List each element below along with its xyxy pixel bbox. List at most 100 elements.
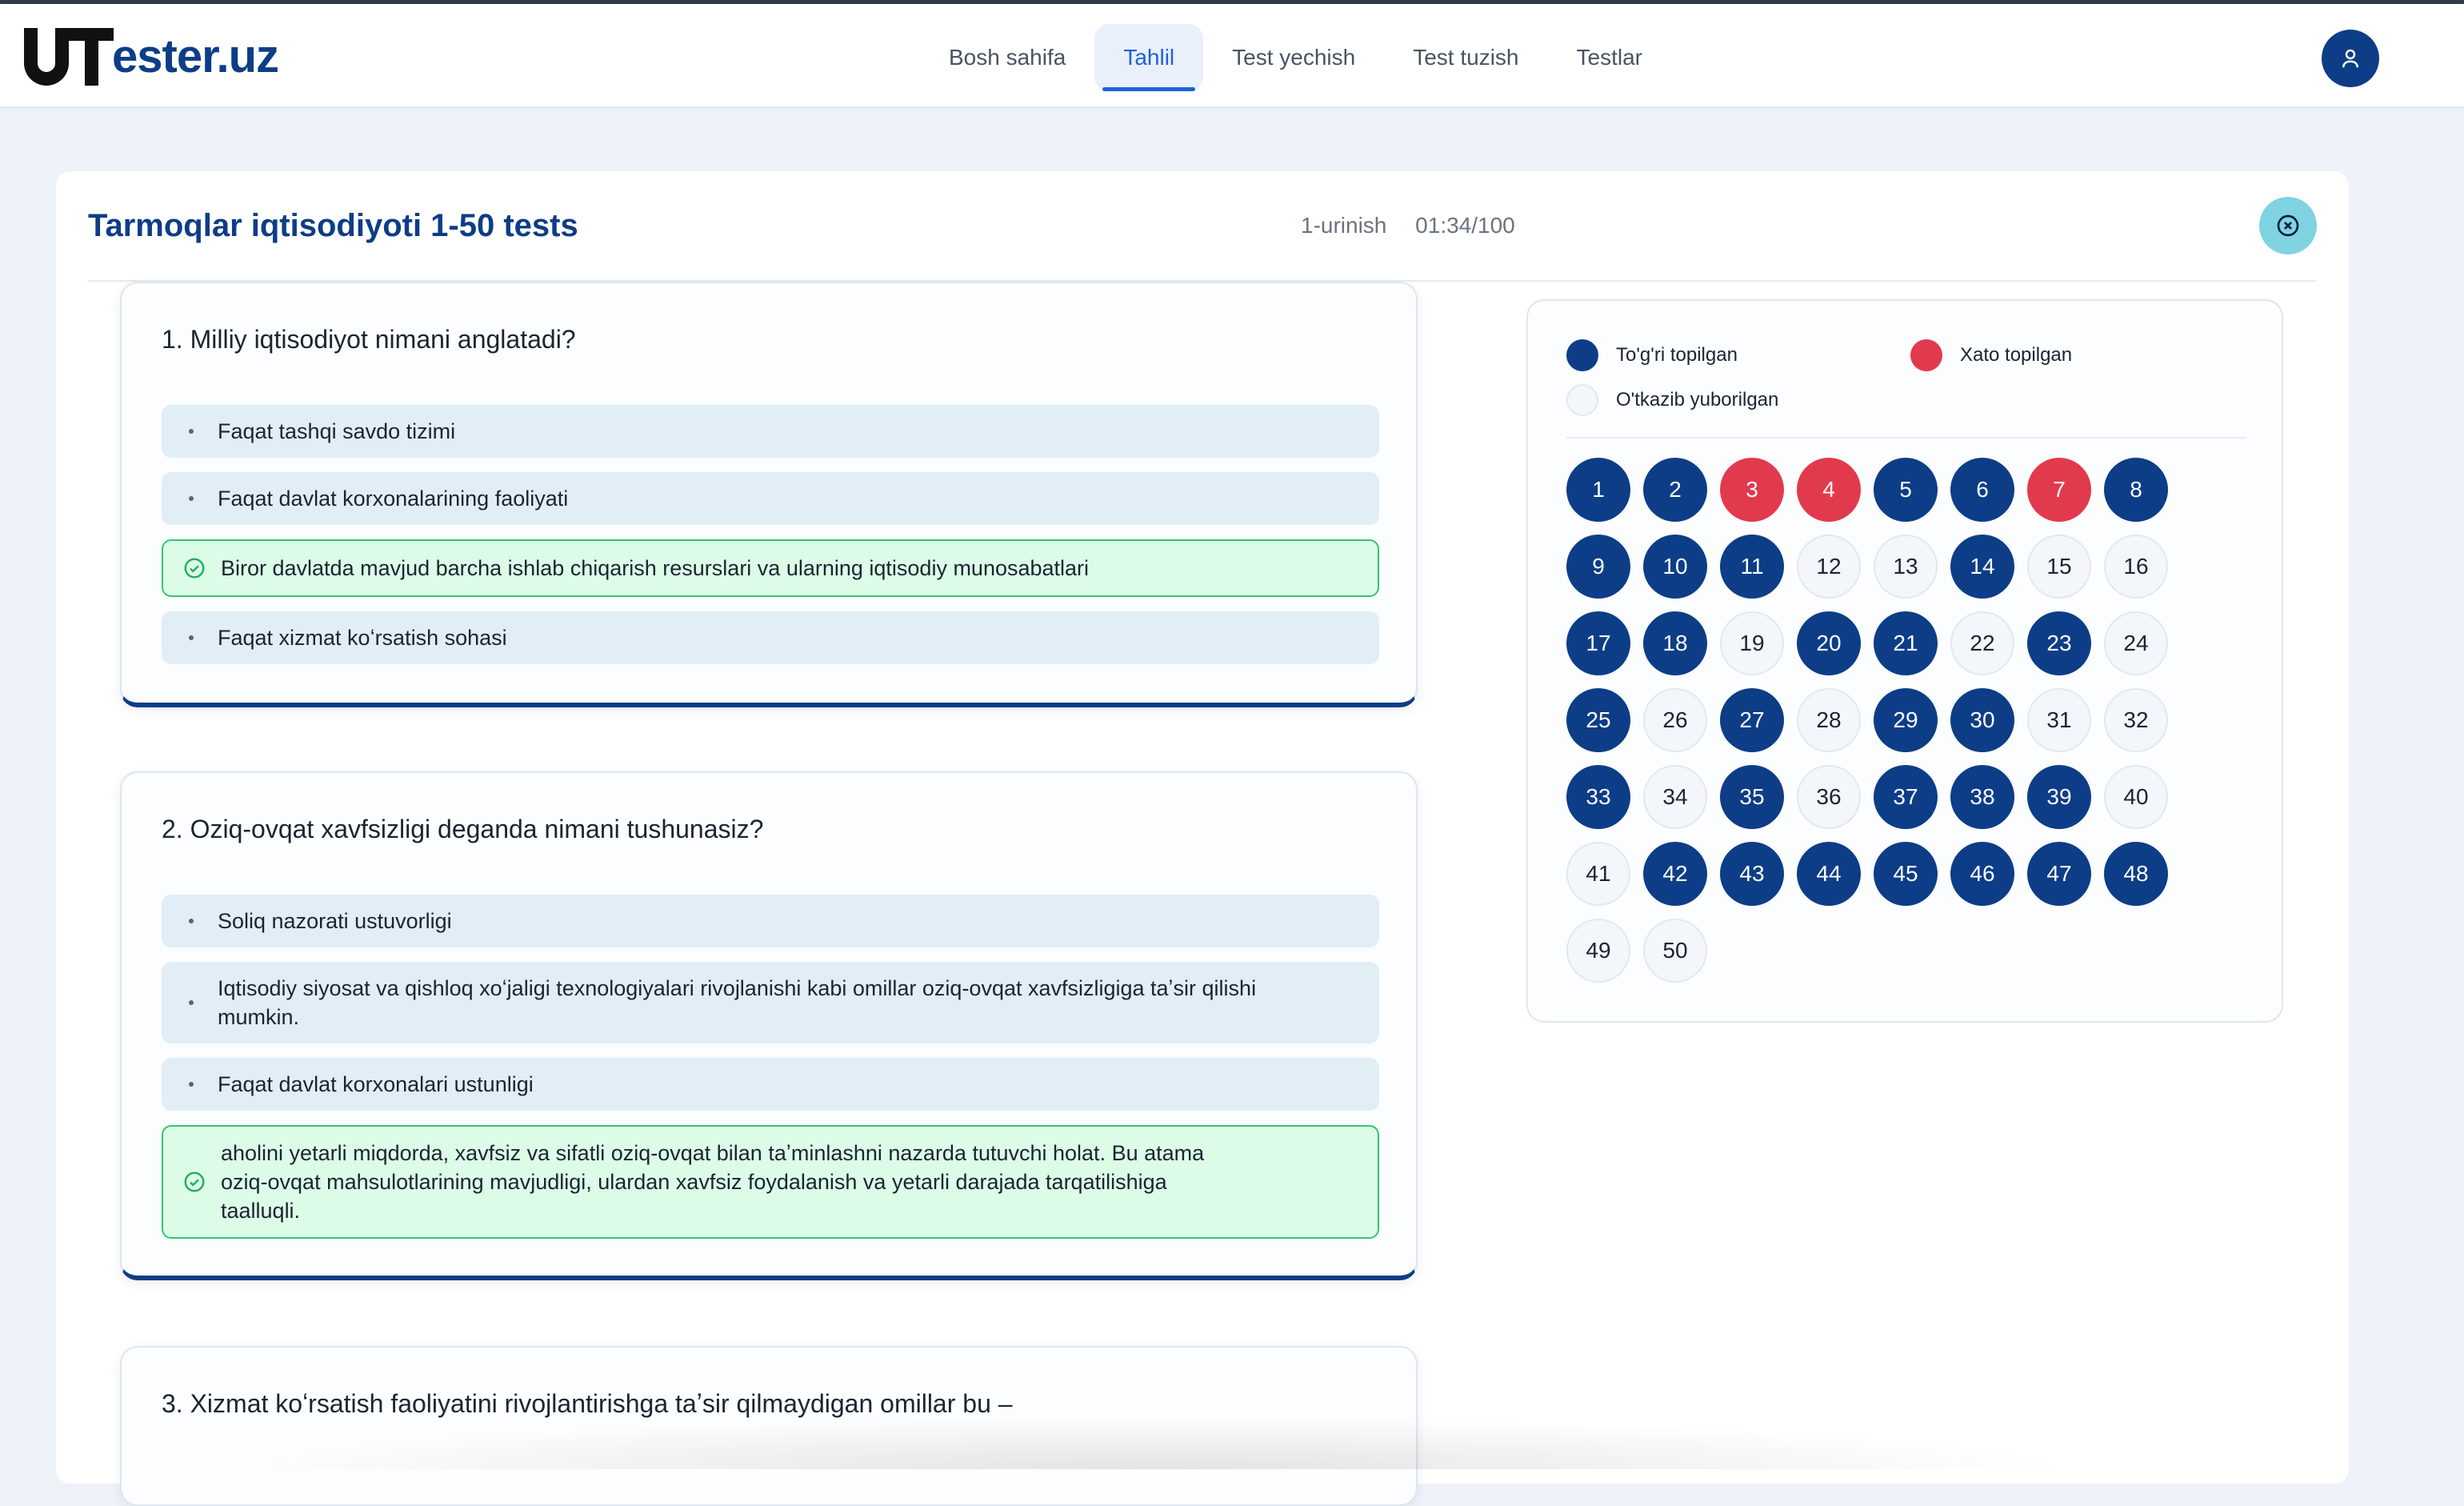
question-number-8[interactable]: 8 bbox=[2104, 458, 2168, 522]
question-number-42[interactable]: 42 bbox=[1643, 842, 1707, 906]
legend-divider bbox=[1566, 437, 2246, 439]
question-number-11[interactable]: 11 bbox=[1720, 535, 1784, 599]
close-button[interactable] bbox=[2259, 197, 2317, 254]
question-number-50[interactable]: 50 bbox=[1643, 919, 1707, 983]
question-number-24[interactable]: 24 bbox=[2104, 611, 2168, 675]
question-number-43[interactable]: 43 bbox=[1720, 842, 1784, 906]
question-number-30[interactable]: 30 bbox=[1950, 688, 2014, 752]
logo-mark bbox=[24, 28, 114, 86]
question-number-20[interactable]: 20 bbox=[1797, 611, 1861, 675]
question-number-40[interactable]: 40 bbox=[2104, 765, 2168, 829]
nav-home[interactable]: Bosh sahifa bbox=[920, 24, 1094, 91]
bullet-icon bbox=[189, 1082, 194, 1087]
question-number-6[interactable]: 6 bbox=[1950, 458, 2014, 522]
question-number-25[interactable]: 25 bbox=[1566, 688, 1630, 752]
user-avatar-button[interactable] bbox=[2322, 30, 2379, 87]
question-text: 3. Xizmat koʻrsatish faoliyatini rivojla… bbox=[162, 1389, 1013, 1418]
legend-label: O'tkazib yuborilgan bbox=[1616, 389, 1779, 411]
question-number-1[interactable]: 1 bbox=[1566, 458, 1630, 522]
bullet-icon bbox=[189, 496, 194, 501]
nav-create-test[interactable]: Test tuzish bbox=[1384, 24, 1547, 91]
question-number-7[interactable]: 7 bbox=[2027, 458, 2091, 522]
scroll-shadow bbox=[240, 1416, 2080, 1469]
question-number-39[interactable]: 39 bbox=[2027, 765, 2091, 829]
question-number-23[interactable]: 23 bbox=[2027, 611, 2091, 675]
question-number-36[interactable]: 36 bbox=[1797, 765, 1861, 829]
question-number-45[interactable]: 45 bbox=[1874, 842, 1938, 906]
question-number-10[interactable]: 10 bbox=[1643, 535, 1707, 599]
timer-label: 01:34/100 bbox=[1415, 213, 1515, 238]
question-number-2[interactable]: 2 bbox=[1643, 458, 1707, 522]
results-summary: To'g'ri topilgan Xato topilgan O'tkazib … bbox=[1526, 299, 2283, 1023]
option-text: Faqat xizmat koʻrsatish sohasi bbox=[218, 626, 507, 650]
bullet-icon bbox=[189, 1000, 194, 1005]
question-number-18[interactable]: 18 bbox=[1643, 611, 1707, 675]
logo[interactable]: ester.uz bbox=[24, 28, 279, 86]
question-card: 1. Milliy iqtisodiyot nimani anglatadi? … bbox=[120, 282, 1418, 707]
legend-swatch bbox=[1910, 339, 1942, 371]
question-card: 2. Oziq-ovqat xavfsizligi deganda nimani… bbox=[120, 771, 1418, 1280]
option-text: Biror davlatda mavjud barcha ishlab chiq… bbox=[221, 556, 1090, 580]
question-number-49[interactable]: 49 bbox=[1566, 919, 1630, 983]
question-number-4[interactable]: 4 bbox=[1797, 458, 1861, 522]
correct-answer-option: Biror davlatda mavjud barcha ishlab chiq… bbox=[162, 539, 1379, 597]
question-text: 2. Oziq-ovqat xavfsizligi deganda nimani… bbox=[162, 815, 764, 843]
page-title: Tarmoqlar iqtisodiyoti 1-50 tests bbox=[88, 208, 578, 243]
attempt-label: 1-urinish bbox=[1301, 213, 1387, 238]
question-text: 1. Milliy iqtisodiyot nimani anglatadi? bbox=[162, 325, 576, 354]
answer-option: Faqat tashqi savdo tizimi bbox=[162, 405, 1379, 458]
option-text: Faqat davlat korxonalari ustunligi bbox=[218, 1072, 534, 1096]
question-number-41[interactable]: 41 bbox=[1566, 842, 1630, 906]
question-number-12[interactable]: 12 bbox=[1797, 535, 1861, 599]
question-number-37[interactable]: 37 bbox=[1874, 765, 1938, 829]
question-number-44[interactable]: 44 bbox=[1797, 842, 1861, 906]
question-number-38[interactable]: 38 bbox=[1950, 765, 2014, 829]
legend-label: To'g'ri topilgan bbox=[1616, 344, 1738, 366]
answer-option: Iqtisodiy siyosat va qishloq xoʻjaligi t… bbox=[162, 962, 1379, 1043]
question-number-47[interactable]: 47 bbox=[2027, 842, 2091, 906]
question-number-34[interactable]: 34 bbox=[1643, 765, 1707, 829]
legend-correct: To'g'ri topilgan bbox=[1566, 339, 1738, 371]
bullet-icon bbox=[189, 429, 194, 434]
question-number-14[interactable]: 14 bbox=[1950, 535, 2014, 599]
bullet-icon bbox=[189, 635, 194, 640]
question-number-3[interactable]: 3 bbox=[1720, 458, 1784, 522]
question-number-16[interactable]: 16 bbox=[2104, 535, 2168, 599]
question-number-19[interactable]: 19 bbox=[1720, 611, 1784, 675]
answer-option: Soliq nazorati ustuvorligi bbox=[162, 895, 1379, 947]
option-text: Faqat tashqi savdo tizimi bbox=[218, 419, 456, 443]
question-number-17[interactable]: 17 bbox=[1566, 611, 1630, 675]
option-text: aholini yetarli miqdorda, xavfsiz va sif… bbox=[221, 1141, 1205, 1223]
question-number-21[interactable]: 21 bbox=[1874, 611, 1938, 675]
question-number-15[interactable]: 15 bbox=[2027, 535, 2091, 599]
question-number-13[interactable]: 13 bbox=[1874, 535, 1938, 599]
answer-option: Faqat davlat korxonalari ustunligi bbox=[162, 1058, 1379, 1111]
nav-solve-test[interactable]: Test yechish bbox=[1203, 24, 1384, 91]
check-circle-icon bbox=[182, 556, 206, 580]
question-number-33[interactable]: 33 bbox=[1566, 765, 1630, 829]
legend-swatch bbox=[1566, 384, 1598, 416]
question-number-26[interactable]: 26 bbox=[1643, 688, 1707, 752]
nav-analysis[interactable]: Tahlil bbox=[1094, 24, 1204, 91]
option-text: Iqtisodiy siyosat va qishloq xoʻjaligi t… bbox=[218, 976, 1257, 1029]
legend-swatch bbox=[1566, 339, 1598, 371]
question-number-22[interactable]: 22 bbox=[1950, 611, 2014, 675]
option-text: Soliq nazorati ustuvorligi bbox=[218, 909, 452, 933]
question-number-31[interactable]: 31 bbox=[2027, 688, 2091, 752]
top-navbar: ester.uz Bosh sahifa Tahlil Test yechish… bbox=[0, 4, 2464, 108]
question-number-27[interactable]: 27 bbox=[1720, 688, 1784, 752]
answer-option: Faqat xizmat koʻrsatish sohasi bbox=[162, 611, 1379, 664]
close-circle-icon bbox=[2277, 214, 2299, 237]
question-number-28[interactable]: 28 bbox=[1797, 688, 1861, 752]
question-number-29[interactable]: 29 bbox=[1874, 688, 1938, 752]
question-number-46[interactable]: 46 bbox=[1950, 842, 2014, 906]
question-number-48[interactable]: 48 bbox=[2104, 842, 2168, 906]
legend-wrong: Xato topilgan bbox=[1910, 339, 2072, 371]
question-number-32[interactable]: 32 bbox=[2104, 688, 2168, 752]
answer-option: Faqat davlat korxonalarining faoliyati bbox=[162, 472, 1379, 525]
correct-answer-option: aholini yetarli miqdorda, xavfsiz va sif… bbox=[162, 1125, 1379, 1239]
question-number-5[interactable]: 5 bbox=[1874, 458, 1938, 522]
question-number-9[interactable]: 9 bbox=[1566, 535, 1630, 599]
question-number-35[interactable]: 35 bbox=[1720, 765, 1784, 829]
nav-tests[interactable]: Testlar bbox=[1548, 24, 1671, 91]
